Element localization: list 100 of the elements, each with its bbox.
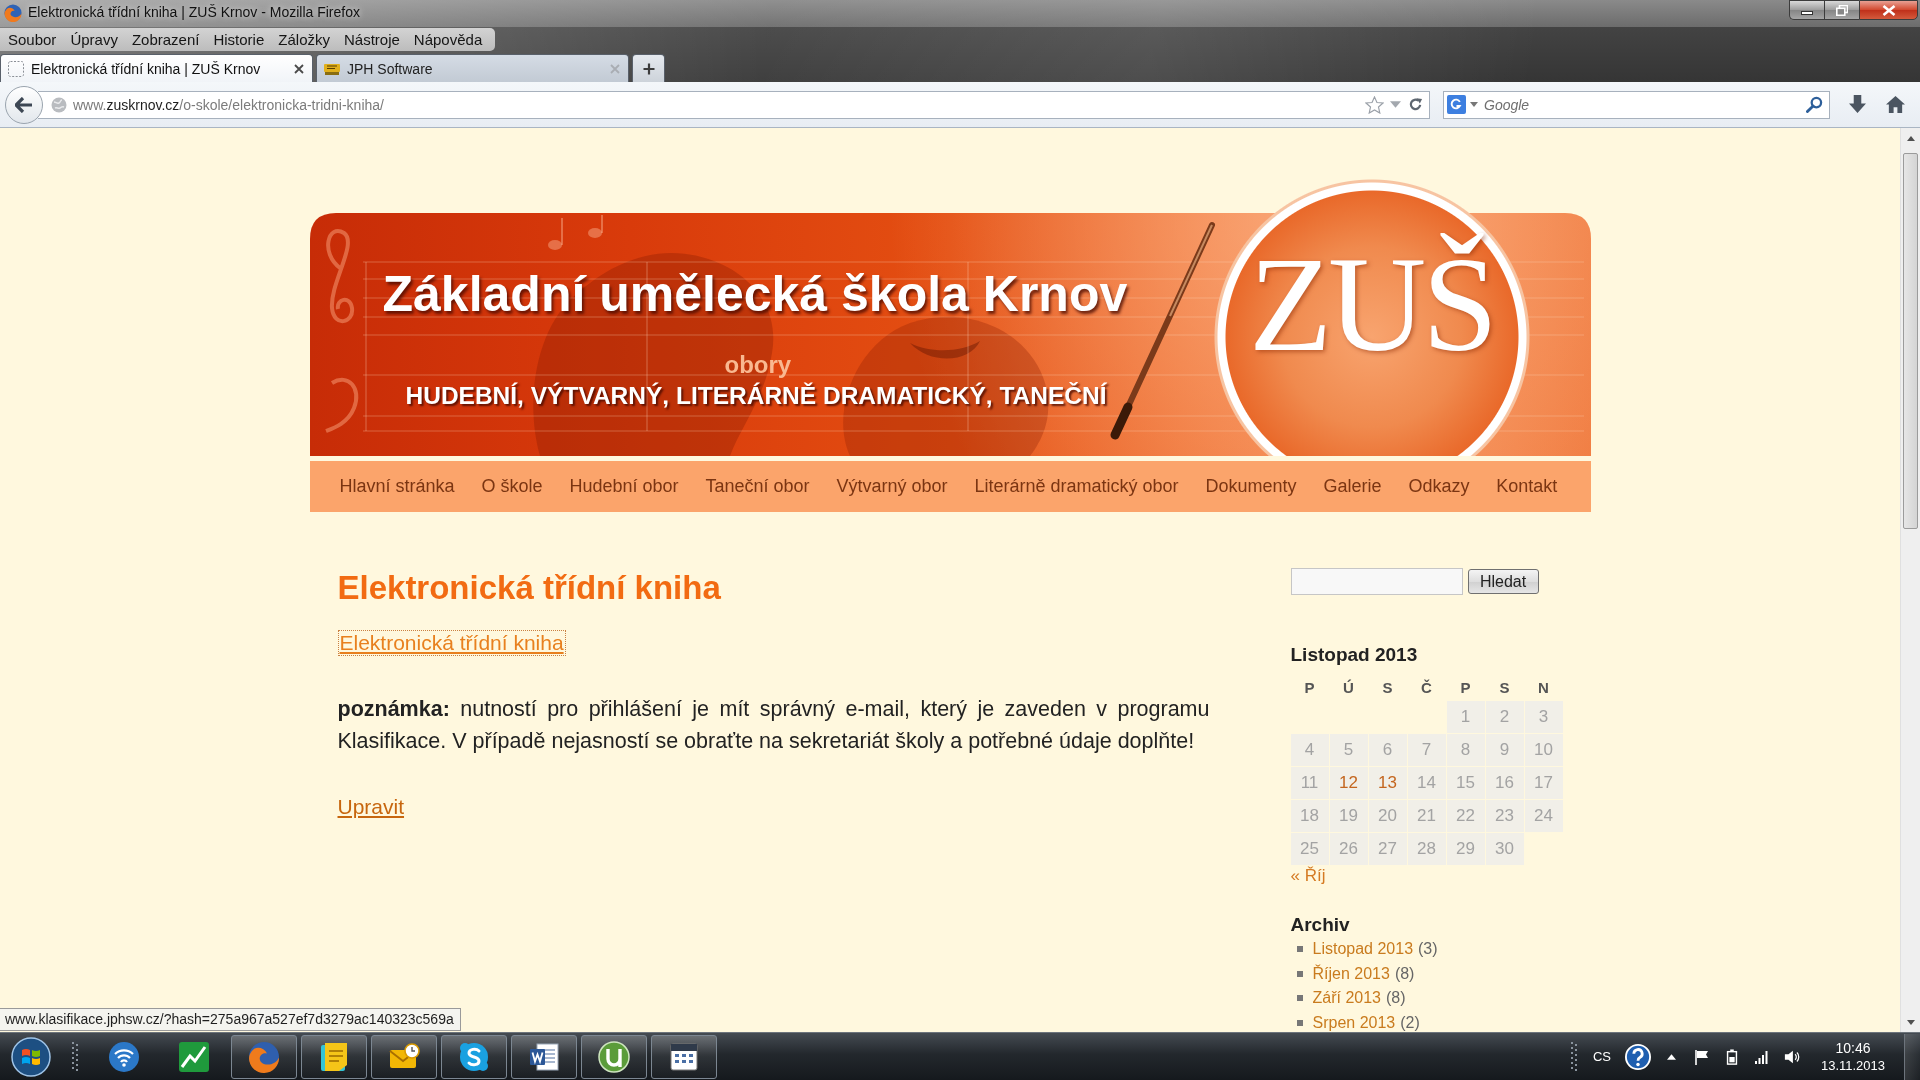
- search-engine-icon[interactable]: [1447, 95, 1466, 114]
- app-icon: [4, 4, 22, 22]
- document-icon: [528, 1040, 560, 1073]
- address-field[interactable]: www.zuskrnov.cz/o-skole/elektronicka-tridni-kniha/: [38, 90, 1430, 119]
- taskbar-button[interactable]: [581, 1034, 647, 1079]
- calendar-icon: [668, 1040, 700, 1073]
- page-heading: Elektronická třídní kniha: [337, 568, 722, 608]
- calendar-title: Listopad 2013: [1290, 643, 1419, 667]
- new-tab-button[interactable]: [632, 54, 665, 82]
- nav-link[interactable]: Dokumenty: [1205, 476, 1297, 497]
- nav-link[interactable]: Odkazy: [1408, 476, 1470, 497]
- chart-icon: [178, 1040, 210, 1073]
- calendar-day: 30: [1485, 833, 1524, 865]
- post-count: (2): [1400, 1013, 1420, 1032]
- grip-icon: [1570, 1041, 1577, 1072]
- close-button[interactable]: [1859, 0, 1918, 20]
- search-bar[interactable]: Google: [1443, 90, 1830, 119]
- browser-tab[interactable]: JPH Software: [316, 54, 629, 82]
- taskbar-button[interactable]: [231, 1034, 297, 1079]
- archive-link[interactable]: Září 2013: [1312, 989, 1381, 1008]
- bullet-icon: [1296, 946, 1303, 953]
- calendar-day[interactable]: 13: [1368, 767, 1407, 799]
- calendar-day: 4: [1290, 734, 1329, 766]
- home-icon[interactable]: [1885, 95, 1906, 114]
- menu-item[interactable]: Záložky: [271, 29, 337, 50]
- taskbar-button[interactable]: [301, 1034, 367, 1079]
- calendar-day: 9: [1485, 734, 1524, 766]
- bullet-icon: [1296, 995, 1303, 1002]
- weekday-label: Ú: [1342, 677, 1355, 698]
- weekday-label: P: [1459, 677, 1472, 698]
- search-field[interactable]: [1290, 568, 1463, 595]
- nav-link[interactable]: Taneční obor: [705, 476, 810, 497]
- nav-link[interactable]: Hudební obor: [569, 476, 679, 497]
- edit-link[interactable]: Upravit: [337, 795, 405, 819]
- menu-item[interactable]: Zobrazení: [124, 29, 207, 50]
- document-link[interactable]: Elektronická třídní kniha: [337, 630, 566, 656]
- calendar-day: 11: [1290, 767, 1329, 799]
- post-count: (8): [1386, 989, 1406, 1008]
- signal-icon[interactable]: [1754, 1048, 1770, 1065]
- scroll-up-icon[interactable]: [1906, 135, 1915, 141]
- menu-item[interactable]: Soubor: [1, 29, 64, 50]
- back-button[interactable]: [5, 85, 43, 124]
- bullet-icon: [1296, 1019, 1303, 1026]
- calendar-day: 28: [1407, 833, 1446, 865]
- browser-tab[interactable]: Elektronická třídní kniha | ZUŠ Krnov: [0, 54, 313, 82]
- nav-link[interactable]: Galerie: [1323, 476, 1382, 497]
- taskbar-button[interactable]: [441, 1034, 507, 1079]
- banner-label: obory: [724, 351, 792, 379]
- battery-icon[interactable]: [1724, 1048, 1740, 1065]
- calendar-day: 21: [1407, 800, 1446, 832]
- menu-item[interactable]: Nástroje: [337, 29, 407, 50]
- menu-item[interactable]: Úpravy: [63, 29, 125, 50]
- show-desktop-button[interactable]: [1904, 1033, 1920, 1080]
- nav-link[interactable]: Kontakt: [1496, 476, 1558, 497]
- minimize-button[interactable]: [1789, 0, 1824, 20]
- calendar-day: 20: [1368, 800, 1407, 832]
- notepad-icon: [318, 1040, 350, 1073]
- clock-date: 13.11.2013: [1820, 1056, 1886, 1075]
- taskbar-button[interactable]: [511, 1034, 577, 1079]
- nav-link[interactable]: Hlavní stránka: [339, 476, 455, 497]
- calendar-day: 19: [1329, 800, 1368, 832]
- search-button[interactable]: Hledat: [1467, 569, 1539, 594]
- previous-month-link[interactable]: « Říj: [1290, 866, 1326, 886]
- scroll-down-icon[interactable]: [1906, 1019, 1915, 1025]
- taskbar-button[interactable]: [651, 1034, 717, 1079]
- archive-link[interactable]: Říjen 2013: [1312, 964, 1390, 983]
- chat-icon: [458, 1040, 490, 1073]
- star-icon[interactable]: [1365, 95, 1384, 114]
- arrow-left-icon: [15, 96, 33, 113]
- close-icon[interactable]: [294, 63, 304, 74]
- calendar-day: 2: [1485, 701, 1524, 733]
- menu-item[interactable]: Historie: [206, 29, 272, 50]
- calendar-day[interactable]: 12: [1329, 767, 1368, 799]
- taskbar-button[interactable]: [371, 1034, 437, 1079]
- weekday-label: S: [1498, 677, 1511, 698]
- start-orb-icon: [11, 1036, 51, 1077]
- nav-link[interactable]: O škole: [481, 476, 543, 497]
- restore-button[interactable]: [1824, 0, 1859, 20]
- nav-link[interactable]: Literárně dramatický obor: [974, 476, 1179, 497]
- weekday-label: Č: [1420, 677, 1433, 698]
- reload-icon[interactable]: [1408, 97, 1423, 112]
- archive-link[interactable]: Listopad 2013: [1312, 940, 1414, 959]
- caret-up-icon[interactable]: [1667, 1053, 1676, 1060]
- search-icon[interactable]: [1806, 96, 1823, 113]
- volume-icon[interactable]: [1784, 1048, 1800, 1065]
- download-icon[interactable]: [1849, 95, 1866, 114]
- search-field[interactable]: Google: [1484, 93, 1800, 116]
- caret-down-icon[interactable]: [1470, 102, 1478, 107]
- close-icon: [1881, 4, 1896, 16]
- help-icon[interactable]: [1625, 1043, 1651, 1070]
- nav-link[interactable]: Výtvarný obor: [836, 476, 948, 497]
- archive-link[interactable]: Srpen 2013: [1312, 1013, 1396, 1032]
- scrollbar[interactable]: [1900, 128, 1920, 1032]
- banner-subtitle: HUDEBNÍ, VÝTVARNÝ, LITERÁRNĚ DRAMATICKÝ, TANEČNÍ: [405, 381, 1107, 411]
- flag-icon[interactable]: [1694, 1048, 1710, 1065]
- scrollbar-thumb[interactable]: [1903, 153, 1918, 529]
- menu-item[interactable]: Nápověda: [406, 29, 490, 50]
- restore-icon: [1836, 4, 1848, 16]
- minimize-icon: [1801, 11, 1813, 15]
- language-indicator[interactable]: CS: [1592, 1049, 1611, 1064]
